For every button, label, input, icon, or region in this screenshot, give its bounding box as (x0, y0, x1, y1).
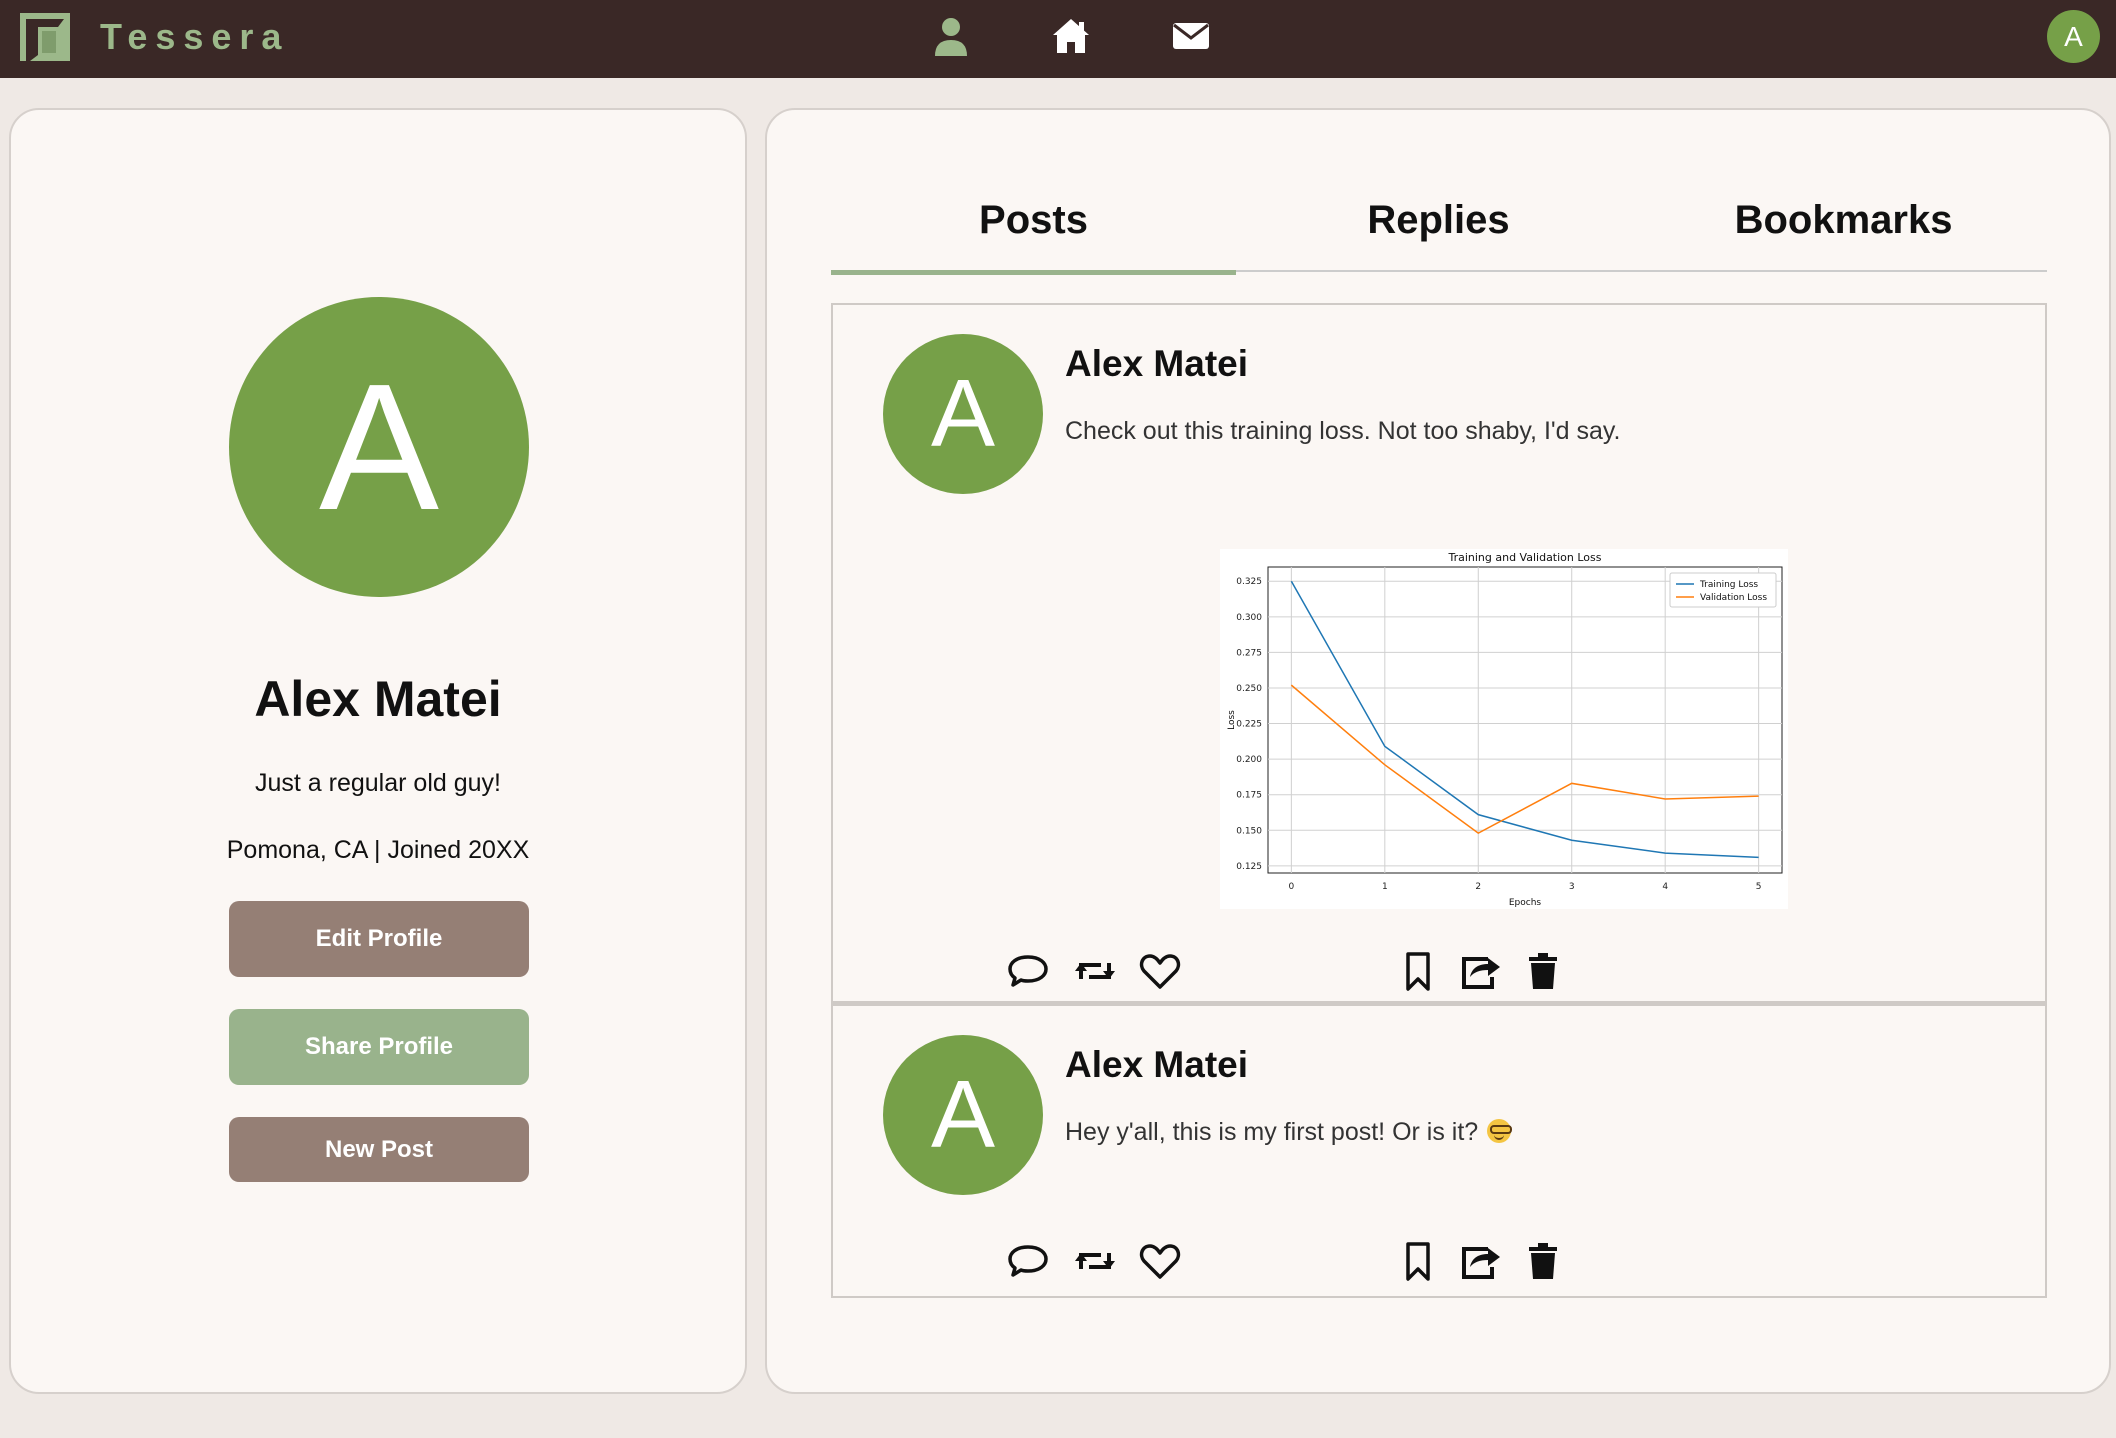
post-author[interactable]: Alex Matei (1065, 343, 1248, 385)
x-tick-label: 1 (1382, 882, 1388, 892)
chart-title: Training and Validation Loss (1447, 551, 1601, 564)
post-text: Check out this training loss. Not too sh… (1065, 417, 1621, 445)
share-icon[interactable] (1458, 949, 1502, 993)
edit-profile-button[interactable]: Edit Profile (229, 901, 529, 977)
post-card: A Alex Matei Check out this training los… (831, 303, 2047, 1003)
post-author[interactable]: Alex Matei (1065, 1044, 1248, 1086)
like-icon[interactable] (1138, 1239, 1182, 1283)
profile-name: Alex Matei (254, 671, 502, 727)
legend-label: Training Loss (1699, 580, 1758, 590)
x-tick-label: 3 (1569, 882, 1575, 892)
y-tick-label: 0.225 (1236, 720, 1262, 730)
tab-bookmarks[interactable]: Bookmarks (1641, 190, 2046, 272)
y-tick-label: 0.125 (1236, 862, 1262, 872)
x-tick-label: 2 (1475, 882, 1481, 892)
post-text: Hey y'all, this is my first post! Or is … (1065, 1118, 1513, 1147)
x-axis-label: Epochs (1509, 898, 1542, 908)
y-tick-label: 0.250 (1236, 684, 1262, 694)
post-text-content: Hey y'all, this is my first post! Or is … (1065, 1118, 1479, 1146)
post-avatar[interactable]: A (883, 1035, 1043, 1195)
y-tick-label: 0.325 (1236, 577, 1262, 587)
delete-icon[interactable] (1521, 1239, 1565, 1283)
repost-icon[interactable] (1073, 949, 1117, 993)
user-icon[interactable] (931, 16, 971, 56)
tab-posts[interactable]: Posts (831, 190, 1236, 275)
profile-panel: A Alex Matei Just a regular old guy! Pom… (9, 108, 747, 1394)
x-tick-label: 0 (1288, 882, 1294, 892)
feed-panel: Posts Replies Bookmarks A Alex Matei Che… (765, 108, 2111, 1394)
y-tick-label: 0.275 (1236, 648, 1262, 658)
y-tick-label: 0.150 (1236, 826, 1262, 836)
tessera-logo[interactable] (20, 13, 70, 61)
training-loss-chart: 0 1 2 3 4 5 0.125 0.150 0.175 0.200 0.225 0.250 0.27… (1220, 549, 1788, 909)
home-icon[interactable] (1051, 16, 1091, 56)
nerd-face-emoji (1487, 1119, 1513, 1143)
share-icon[interactable] (1458, 1239, 1502, 1283)
comment-icon[interactable] (1006, 949, 1050, 993)
bookmark-icon[interactable] (1396, 1239, 1440, 1283)
y-tick-label: 0.175 (1236, 791, 1262, 801)
top-nav-bar: Tessera A (0, 0, 2116, 78)
y-tick-label: 0.300 (1236, 613, 1262, 623)
share-profile-button[interactable]: Share Profile (229, 1009, 529, 1085)
y-axis-label: Loss (1227, 710, 1237, 730)
feed-tabs: Posts Replies Bookmarks (831, 190, 2047, 275)
new-post-button[interactable]: New Post (229, 1117, 529, 1182)
profile-bio: Just a regular old guy! (255, 769, 501, 797)
post-card: A Alex Matei Hey y'all, this is my first… (831, 1003, 2047, 1298)
profile-avatar: A (229, 297, 529, 597)
x-tick-label: 4 (1662, 882, 1668, 892)
post-actions (833, 1239, 2045, 1289)
bookmark-icon[interactable] (1396, 949, 1440, 993)
profile-location-joined: Pomona, CA | Joined 20XX (226, 836, 530, 864)
legend-label: Validation Loss (1700, 593, 1767, 603)
brand-name[interactable]: Tessera (100, 16, 289, 58)
user-avatar[interactable]: A (2047, 10, 2100, 63)
x-tick-label: 5 (1756, 882, 1762, 892)
envelope-icon[interactable] (1171, 16, 1211, 56)
post-avatar[interactable]: A (883, 334, 1043, 494)
post-actions (833, 949, 2045, 999)
comment-icon[interactable] (1006, 1239, 1050, 1283)
delete-icon[interactable] (1521, 949, 1565, 993)
like-icon[interactable] (1138, 949, 1182, 993)
tab-replies[interactable]: Replies (1236, 190, 1641, 272)
y-tick-label: 0.200 (1236, 755, 1262, 765)
repost-icon[interactable] (1073, 1239, 1117, 1283)
